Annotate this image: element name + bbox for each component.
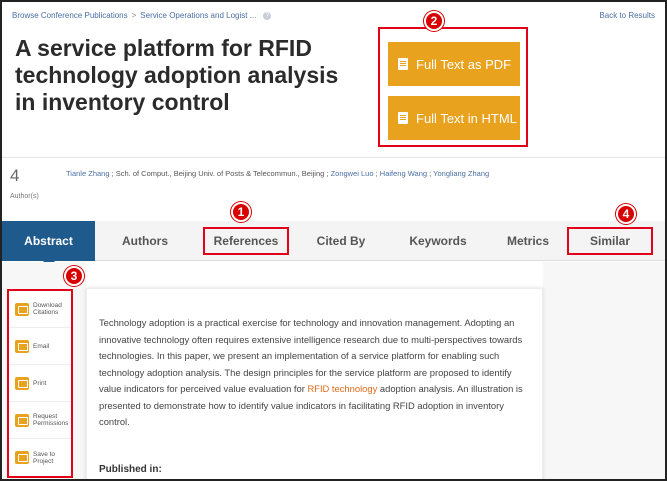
tool-label: Request Permissions bbox=[33, 413, 69, 427]
tab-metrics[interactable]: Metrics bbox=[489, 221, 567, 261]
author-count: 4 Author(s) bbox=[10, 167, 39, 203]
author-link[interactable]: Haifeng Wang bbox=[380, 169, 427, 178]
authors-row: 4 Author(s) Tianle Zhang ; Sch. of Compu… bbox=[2, 157, 665, 200]
full-text-html-button[interactable]: Full Text in HTML bbox=[388, 96, 520, 140]
published-in-label: Published in: bbox=[99, 464, 162, 475]
author-count-label: Author(s) bbox=[10, 193, 39, 200]
author-link[interactable]: Zongwei Luo bbox=[331, 169, 374, 178]
tab-keywords[interactable]: Keywords bbox=[387, 221, 489, 261]
callout-badge-1: 1 bbox=[231, 202, 251, 222]
page-title: A service platform for RFID technology a… bbox=[15, 35, 339, 115]
permissions-icon bbox=[15, 413, 29, 427]
tab-similar[interactable]: Similar bbox=[567, 227, 653, 255]
author-count-number: 4 bbox=[10, 166, 20, 185]
author-affiliation: ; Sch. of Comput., Beijing Univ. of Post… bbox=[109, 169, 331, 178]
tool-label: Print bbox=[33, 379, 47, 387]
right-panel-bg bbox=[543, 262, 665, 479]
rfid-technology-link[interactable]: RFID technology bbox=[307, 383, 377, 394]
save-to-project-button[interactable]: Save to Project bbox=[9, 439, 71, 476]
html-doc-icon bbox=[398, 112, 408, 124]
print-button[interactable]: Print bbox=[9, 365, 71, 402]
full-text-pdf-button[interactable]: Full Text as PDF bbox=[388, 42, 520, 86]
full-text-highlight: Full Text as PDF Full Text in HTML bbox=[378, 27, 528, 147]
tab-authors[interactable]: Authors bbox=[95, 221, 195, 261]
breadcrumb-item[interactable]: Service Operations and Logist ... bbox=[140, 11, 256, 20]
tools-panel: Download Citations Email Print Request P… bbox=[7, 289, 73, 478]
author-link[interactable]: Yongliang Zhang bbox=[433, 169, 489, 178]
page-frame: Browse Conference Publications > Service… bbox=[0, 0, 667, 481]
callout-badge-2: 2 bbox=[424, 11, 444, 31]
author-list: Tianle Zhang ; Sch. of Comput., Beijing … bbox=[66, 169, 489, 178]
pdf-icon bbox=[398, 58, 408, 70]
tab-bar: Abstract Authors References Cited By Key… bbox=[2, 221, 665, 267]
callout-badge-4: 4 bbox=[616, 204, 636, 224]
author-link[interactable]: Tianle Zhang bbox=[66, 169, 110, 178]
download-citations-button[interactable]: Download Citations bbox=[9, 291, 71, 328]
download-icon bbox=[15, 302, 29, 316]
print-icon bbox=[15, 376, 29, 390]
breadcrumb: Browse Conference Publications > Service… bbox=[12, 11, 272, 20]
breadcrumb-item[interactable]: Browse Conference Publications bbox=[12, 11, 128, 20]
tab-cited-by[interactable]: Cited By bbox=[295, 221, 387, 261]
tool-label: Email bbox=[33, 342, 50, 350]
callout-badge-3: 3 bbox=[64, 266, 84, 286]
save-icon bbox=[15, 451, 29, 464]
full-text-html-label: Full Text in HTML bbox=[416, 110, 517, 126]
request-permissions-button[interactable]: Request Permissions bbox=[9, 402, 71, 439]
back-to-results-link[interactable]: Back to Results bbox=[599, 11, 655, 20]
full-text-pdf-label: Full Text as PDF bbox=[416, 56, 512, 72]
breadcrumb-separator: > bbox=[131, 11, 137, 20]
email-icon bbox=[15, 339, 29, 353]
help-icon[interactable]: ? bbox=[263, 11, 272, 20]
abstract-card: Technology adoption is a practical exerc… bbox=[86, 288, 543, 479]
tool-label: Download Citations bbox=[33, 302, 62, 316]
tool-label: Save to Project bbox=[33, 450, 56, 465]
tab-references[interactable]: References bbox=[203, 227, 289, 255]
abstract-text: Technology adoption is a practical exerc… bbox=[99, 315, 533, 431]
tab-abstract[interactable]: Abstract bbox=[2, 221, 95, 267]
email-button[interactable]: Email bbox=[9, 328, 71, 365]
